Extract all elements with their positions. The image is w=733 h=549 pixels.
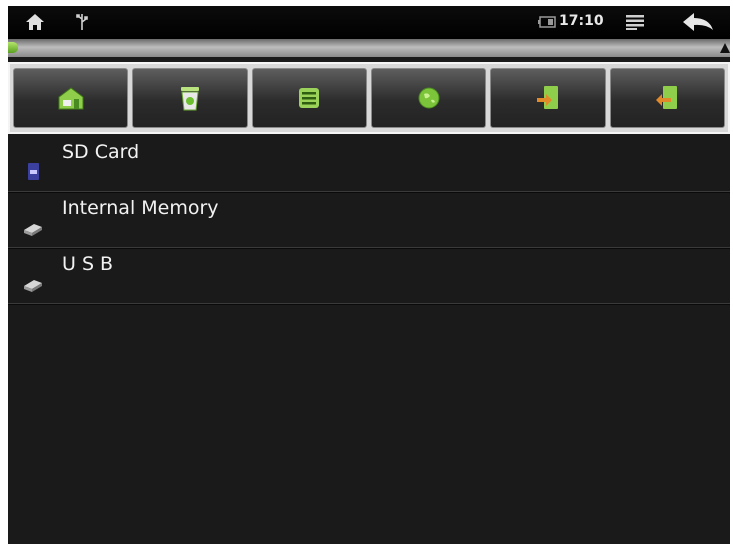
battery-icon (538, 16, 556, 28)
export-arrow-icon (656, 86, 678, 109)
list-item-sd-card[interactable]: SD Card (8, 136, 730, 192)
globe-button[interactable] (370, 68, 487, 128)
list-item-label: Internal Memory (62, 197, 219, 219)
drive-icon (24, 224, 42, 236)
import-arrow-icon (536, 86, 558, 109)
back-icon[interactable] (681, 11, 715, 33)
export-button[interactable] (609, 68, 725, 128)
list-item-usb[interactable]: U S B (8, 248, 730, 304)
list-item-label: SD Card (62, 141, 140, 163)
status-bar: 17:10 (8, 6, 730, 39)
home-folder-icon (58, 87, 84, 110)
home-folder-button[interactable] (13, 68, 129, 128)
list-item-label: U S B (62, 253, 114, 275)
storage-list: SD Card Internal Memory U S B (8, 136, 730, 304)
recycle-bin-button[interactable] (132, 68, 248, 128)
file-toolbar (8, 62, 730, 134)
globe-icon (418, 87, 440, 109)
clock: 17:10 (559, 13, 604, 29)
progress-fill (8, 42, 18, 53)
import-button[interactable] (490, 68, 606, 128)
menu-icon[interactable] (625, 13, 645, 31)
recycle-bin-icon (180, 87, 199, 111)
list-item-internal-memory[interactable]: Internal Memory (8, 192, 730, 248)
progress-bar (8, 39, 730, 57)
usb-icon (74, 12, 90, 32)
device-screen: 17:10 SD Card Internal Memory U S B (8, 6, 730, 544)
scroll-up-arrow-icon[interactable] (720, 43, 730, 53)
drive-icon (24, 280, 42, 292)
home-icon[interactable] (24, 12, 46, 32)
list-view-icon (299, 88, 320, 108)
sd-card-icon (28, 163, 39, 180)
list-view-button[interactable] (251, 68, 367, 128)
